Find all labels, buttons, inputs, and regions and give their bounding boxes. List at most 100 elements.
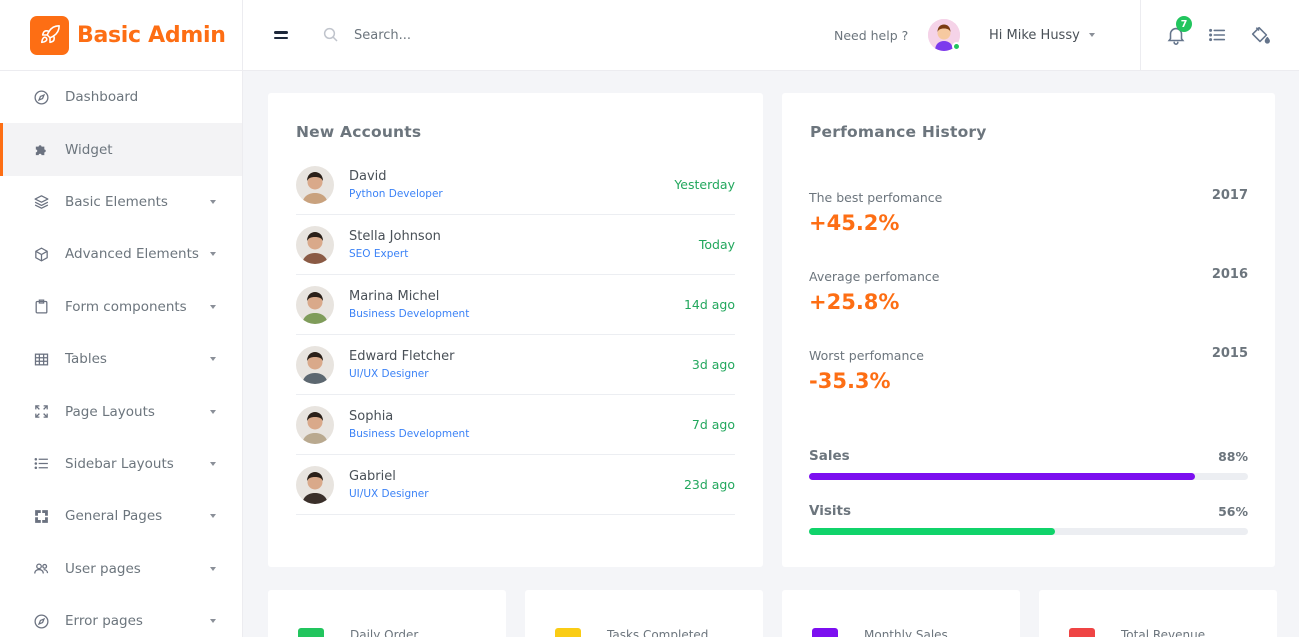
sidebar-item-label: Basic Elements [65,193,168,210]
stat-label: Total Revenue [1121,628,1206,637]
theme-button[interactable] [1249,24,1271,46]
sidebar-item-error-pages[interactable]: Error pages [0,595,242,637]
progress-label: Visits [809,503,851,519]
sidebar-item-dashboard[interactable]: Dashboard [0,71,242,123]
account-name[interactable]: Gabriel [349,469,684,484]
menu-toggle-icon[interactable] [274,28,288,42]
account-role: UI/UX Designer [349,368,429,380]
chevron-down-icon [1088,33,1095,37]
account-time: 14d ago [683,297,735,312]
account-name[interactable]: Edward Fletcher [349,349,692,364]
progress-label: Sales [809,448,850,464]
metric-label: The best perfomance [809,190,943,205]
account-time: 7d ago [691,417,735,432]
account-info: Marina Michel Business Development [349,289,684,320]
list-icon [1209,28,1226,42]
sidebar-item-general-pages[interactable]: General Pages [0,490,242,542]
card-title: Perfomance History [810,123,987,141]
metric-value: -35.3% [809,369,891,393]
clipboard-icon [32,298,50,316]
account-role: UI/UX Designer [349,488,429,500]
table-icon [32,350,50,368]
account-row[interactable]: Sophia Business Development 7d ago [296,395,735,455]
stat-icon [298,628,324,637]
user-avatar[interactable] [928,19,961,51]
tasks-button[interactable] [1206,24,1228,46]
crop-icon [32,507,50,525]
avatar [296,465,334,504]
chevron-down-icon [210,357,216,362]
metric-label: Worst perfomance [809,348,924,363]
sidebar-item-user-pages[interactable]: User pages [0,543,242,595]
expand-icon [32,403,50,421]
sidebar: Basic Admin Dashboard Widget Basic Element… [0,0,243,637]
chevron-down-icon [210,252,216,257]
card-title: New Accounts [296,123,422,141]
stat-card[interactable]: Total Revenue [1039,590,1277,637]
stat-label: Tasks Completed [607,628,709,637]
account-row[interactable]: Gabriel UI/UX Designer 23d ago [296,455,735,515]
account-row[interactable]: Stella Johnson SEO Expert Today [296,215,735,275]
sidebar-item-form-components[interactable]: Form components [0,281,242,333]
avatar [296,405,334,444]
search-input[interactable] [354,27,574,43]
avatar [296,345,334,384]
sidebar-item-tables[interactable]: Tables [0,333,242,385]
metric-value: +25.8% [809,290,900,314]
account-time: 23d ago [683,477,735,492]
stat-icon [1069,628,1095,637]
notifications-button[interactable]: 7 [1165,16,1192,46]
chevron-down-icon [210,619,216,624]
sidebar-item-widget[interactable]: Widget [0,123,242,177]
sidebar-item-sidebar-layouts[interactable]: Sidebar Layouts [0,438,242,490]
avatar [296,225,334,264]
progress-fill [809,528,1055,535]
compass-icon [32,88,50,106]
user-menu[interactable]: Hi Mike Hussy [989,28,1095,43]
metric-year: 2016 [1211,267,1248,282]
account-row[interactable]: David Python Developer Yesterday [296,155,735,215]
account-time: Yesterday [674,177,735,192]
account-name[interactable]: Stella Johnson [349,229,699,244]
account-role: Business Development [349,428,470,440]
sidebar-item-label: Advanced Elements [65,246,199,263]
sidebar-item-page-layouts[interactable]: Page Layouts [0,385,242,437]
account-info: Edward Fletcher UI/UX Designer [349,349,692,380]
stat-card[interactable]: Tasks Completed [525,590,763,637]
account-role: SEO Expert [349,248,409,260]
user-greeting: Hi Mike Hussy [989,27,1080,43]
metric-value: +45.2% [809,211,900,235]
account-row[interactable]: Edward Fletcher UI/UX Designer 3d ago [296,335,735,395]
progress-percent: 56% [1218,504,1248,519]
layers-icon [32,193,50,211]
chevron-down-icon [210,514,216,519]
avatar [296,285,334,324]
account-info: Stella Johnson SEO Expert [349,229,699,260]
sidebar-item-label: Form components [65,298,187,315]
sidebar-item-label: Tables [65,351,107,368]
account-info: David Python Developer [349,169,674,200]
sidebar-item-label: Page Layouts [65,403,155,420]
sidebar-item-label: User pages [65,560,141,577]
sidebar-item-label: Sidebar Layouts [65,455,174,472]
account-name[interactable]: Marina Michel [349,289,684,304]
help-link[interactable]: Need help ? [834,28,908,43]
cube-icon [32,245,50,263]
account-info: Gabriel UI/UX Designer [349,469,684,500]
sidebar-item-label: Error pages [65,613,143,630]
sidebar-item-basic-elements[interactable]: Basic Elements [0,176,242,228]
account-row[interactable]: Marina Michel Business Development 14d ago [296,275,735,335]
account-time: Today [698,237,735,252]
chevron-down-icon [210,409,216,414]
account-name[interactable]: Sophia [349,409,692,424]
brand[interactable]: Basic Admin [0,0,242,71]
sidebar-item-advanced-elements[interactable]: Advanced Elements [0,228,242,280]
chevron-down-icon [210,304,216,309]
account-name[interactable]: David [349,169,674,184]
account-time: 3d ago [691,357,735,372]
stat-label: Monthly Sales [864,628,948,637]
progress-track [809,473,1248,480]
progress-track [809,528,1248,535]
stat-card[interactable]: Daily Order [268,590,506,637]
stat-card[interactable]: Monthly Sales [782,590,1020,637]
